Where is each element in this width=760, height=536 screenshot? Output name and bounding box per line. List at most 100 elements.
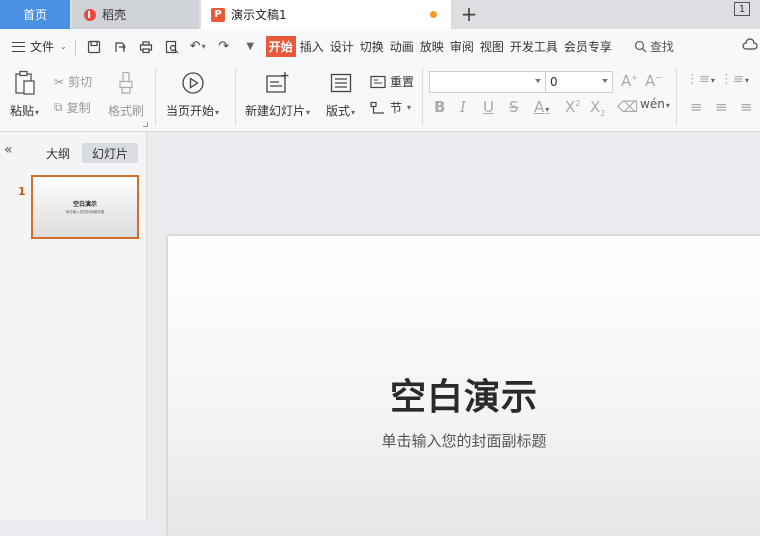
more-chevron-icon[interactable]: ▼ (242, 39, 258, 55)
tab-developer[interactable]: 开发工具 (508, 38, 560, 55)
paste-label: 粘贴 (10, 104, 35, 118)
italic-icon[interactable]: I (460, 98, 466, 116)
file-menu-label: 文件 (30, 40, 55, 54)
subscript-icon[interactable]: X2 (590, 98, 605, 118)
tab-daoke[interactable]: 稻壳 (72, 0, 199, 29)
font-size-value: 0 (550, 75, 558, 89)
clear-format-icon[interactable]: ⌫ (617, 98, 638, 116)
align-right-icon[interactable]: ≡ (740, 98, 753, 116)
unsaved-indicator-icon (430, 11, 437, 18)
tab-slides[interactable]: 幻灯片 (82, 143, 138, 163)
print-icon[interactable] (138, 39, 154, 55)
reset-icon (370, 75, 386, 88)
format-painter-button[interactable]: 格式刷 (108, 70, 144, 119)
chevron-down-icon: ▾ (351, 108, 356, 117)
print-preview-icon[interactable] (164, 39, 180, 55)
cut-label: 剪切 (68, 75, 93, 89)
cloud-sync-icon[interactable] (742, 38, 758, 54)
play-from-current-label: 当页开始 (166, 104, 215, 118)
clipboard-group-expander[interactable] (143, 122, 148, 127)
new-tab-button[interactable]: + (458, 2, 480, 26)
tab-slideshow[interactable]: 放映 (418, 38, 446, 55)
font-size-combo[interactable]: 0 (545, 71, 613, 93)
search-icon (634, 40, 647, 53)
tab-animations[interactable]: 动画 (388, 38, 416, 55)
align-left-icon[interactable]: ≡ (690, 98, 703, 116)
reset-button[interactable]: 重置 (370, 73, 414, 90)
tab-home[interactable]: 首页 (0, 0, 70, 29)
paste-button[interactable]: 粘贴▾ (10, 70, 39, 119)
current-slide[interactable]: 空白演示 单击输入您的封面副标题 (168, 236, 760, 536)
chevron-down-icon: ▾ (215, 108, 220, 117)
superscript-icon[interactable]: X2 (565, 98, 580, 116)
slide-thumbnail[interactable]: 空白演示 单击输入您的封面副标题 (31, 175, 139, 239)
new-slide-label: 新建幻灯片 (245, 104, 306, 118)
font-name-combo[interactable] (429, 71, 546, 93)
tab-home-label: 首页 (22, 8, 47, 22)
bullet-list-icon[interactable]: ⋮≡▾ (686, 72, 715, 87)
underline-icon[interactable]: U (483, 98, 494, 116)
tab-daoke-label: 稻壳 (102, 8, 127, 22)
decrease-font-icon[interactable]: A− (645, 72, 662, 90)
layout-label: 版式 (326, 104, 351, 118)
play-from-current-button[interactable]: 当页开始▾ (166, 70, 219, 119)
section-button[interactable]: 节 ▾ (370, 99, 411, 116)
new-slide-icon (265, 70, 291, 96)
font-color-icon[interactable]: A▾ (534, 98, 549, 116)
tab-insert[interactable]: 插入 (298, 38, 326, 55)
thumbnail-title: 空白演示 (72, 201, 97, 208)
slide-canvas: 空白演示 单击输入您的封面副标题 (148, 132, 760, 536)
align-center-icon[interactable]: ≡ (715, 98, 728, 116)
tab-bar: 首页 稻壳 P 演示文稿1 + 1 (0, 0, 760, 29)
file-menu-button[interactable]: 文件 ⌄ (12, 36, 67, 58)
search-label: 查找 (649, 40, 674, 54)
hamburger-icon (12, 41, 25, 52)
section-label: 节 (390, 101, 403, 115)
format-painter-label: 格式刷 (108, 104, 145, 118)
ribbon-toolbar: 粘贴▾ ✂ 剪切 ⧉ 复制 格式刷 当页开始▾ 新建幻灯片▾ 版式▾ 重置 节 … (0, 64, 760, 132)
tab-view[interactable]: 视图 (478, 38, 506, 55)
increase-font-icon[interactable]: A+ (621, 72, 638, 90)
strikethrough-icon[interactable]: S (509, 98, 519, 116)
copy-label: 复制 (66, 101, 91, 115)
export-icon[interactable] (112, 39, 128, 55)
collapse-panel-icon[interactable]: « (4, 142, 13, 158)
presentation-file-icon: P (211, 7, 225, 22)
layout-icon (328, 70, 354, 96)
tab-outline[interactable]: 大纲 (40, 143, 76, 163)
tab-review[interactable]: 审阅 (448, 38, 476, 55)
copy-icon: ⧉ (54, 100, 63, 114)
slide-title-placeholder[interactable]: 空白演示 (168, 368, 760, 420)
menu-bar: 文件 ⌄ ↶ ▾ ↷ ▼ 开始 插入 设计 切换 动画 放映 审阅 视图 开发工具… (0, 29, 760, 64)
paste-icon (12, 70, 38, 96)
bold-icon[interactable]: B (434, 98, 445, 116)
tab-home-ribbon[interactable]: 开始 (265, 36, 296, 57)
cut-button[interactable]: ✂ 剪切 (54, 73, 92, 90)
save-icon[interactable] (86, 39, 102, 55)
tab-design[interactable]: 设计 (328, 38, 356, 55)
ribbon-divider (676, 68, 677, 126)
tab-transitions[interactable]: 切换 (358, 38, 386, 55)
chevron-down-icon: ⌄ (60, 42, 67, 51)
chevron-down-icon: ▾ (35, 108, 40, 117)
numbered-list-icon[interactable]: ⋮≡▾ (720, 72, 749, 87)
ribbon-divider (155, 68, 156, 126)
redo-icon[interactable]: ↷ (216, 39, 232, 55)
phonetic-guide-icon[interactable]: wén▾ (640, 97, 670, 111)
new-slide-button[interactable]: 新建幻灯片▾ (245, 70, 310, 119)
search-button[interactable]: 查找 (634, 38, 674, 55)
chevron-down-icon (602, 79, 608, 83)
chevron-down-icon: ▾ (306, 108, 311, 117)
chevron-down-icon (535, 79, 541, 83)
layout-button[interactable]: 版式▾ (326, 70, 355, 119)
window-count-button[interactable]: 1 (734, 2, 750, 16)
daoke-logo-icon (84, 8, 96, 21)
tab-member[interactable]: 会员专享 (562, 38, 614, 55)
tab-document[interactable]: P 演示文稿1 (201, 0, 451, 29)
undo-icon[interactable]: ↶ ▾ (190, 39, 206, 55)
slide-subtitle-placeholder[interactable]: 单击输入您的封面副标题 (168, 430, 760, 451)
copy-button[interactable]: ⧉ 复制 (54, 99, 91, 116)
thumbnail-subtitle: 单击输入您的封面副标题 (65, 210, 105, 214)
scissors-icon: ✂ (54, 74, 65, 89)
ribbon-divider (235, 68, 236, 126)
